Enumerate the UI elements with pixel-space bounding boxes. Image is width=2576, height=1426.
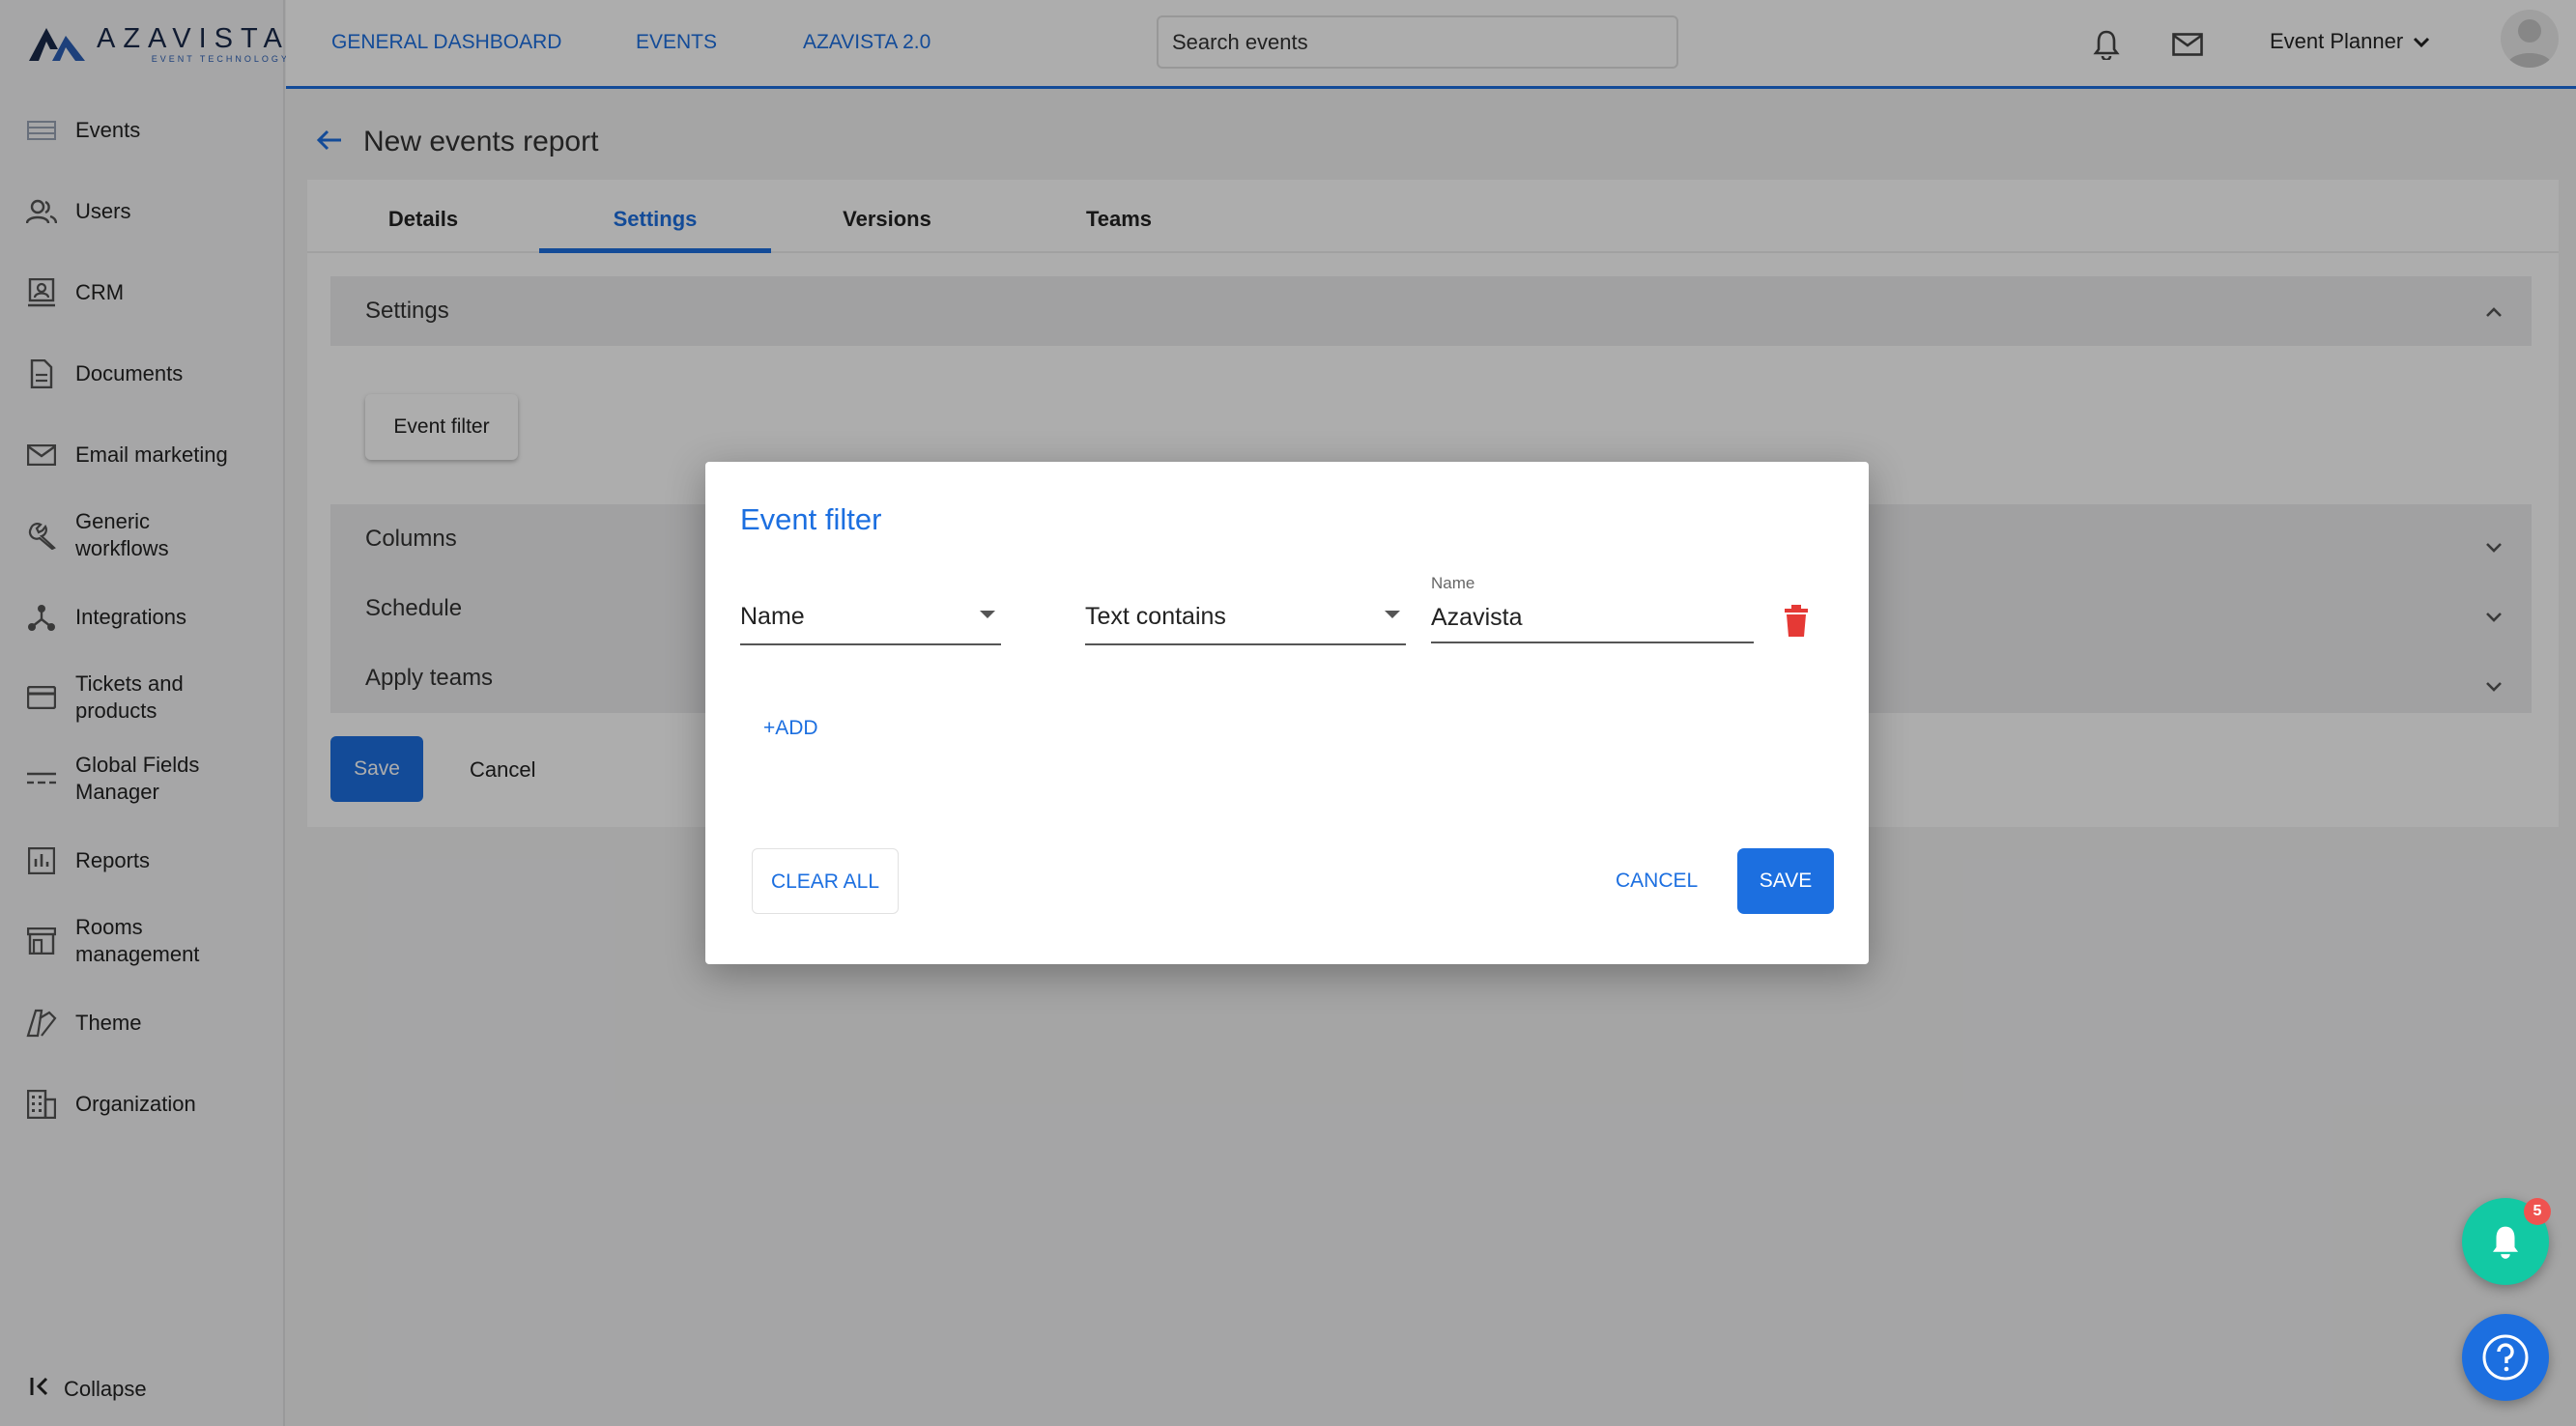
bell-icon: [2492, 1226, 2519, 1259]
dialog-cancel-button[interactable]: CANCEL: [1616, 870, 1698, 893]
dropdown-arrow-icon: [1385, 611, 1400, 618]
filter-field-select[interactable]: Name: [740, 595, 1001, 645]
filter-value-label: Name: [1431, 574, 1475, 592]
delete-filter-trash-icon[interactable]: [1782, 605, 1811, 638]
dialog-title: Event filter: [740, 502, 882, 536]
help-fab-button[interactable]: [2462, 1314, 2549, 1401]
event-filter-dialog: Event filter Name Text contains Name +AD…: [705, 462, 1869, 964]
help-question-icon: [2482, 1334, 2529, 1381]
filter-operator-select[interactable]: Text contains: [1085, 595, 1406, 645]
clear-all-button[interactable]: CLEAR ALL: [752, 848, 899, 914]
dialog-save-button[interactable]: SAVE: [1737, 848, 1834, 914]
add-filter-button[interactable]: +ADD: [763, 717, 818, 740]
dropdown-arrow-icon: [980, 611, 995, 618]
filter-value-input[interactable]: [1431, 593, 1754, 643]
filter-field-value: Name: [740, 603, 805, 630]
notification-count-badge: 5: [2524, 1198, 2551, 1225]
filter-operator-value: Text contains: [1085, 603, 1226, 630]
